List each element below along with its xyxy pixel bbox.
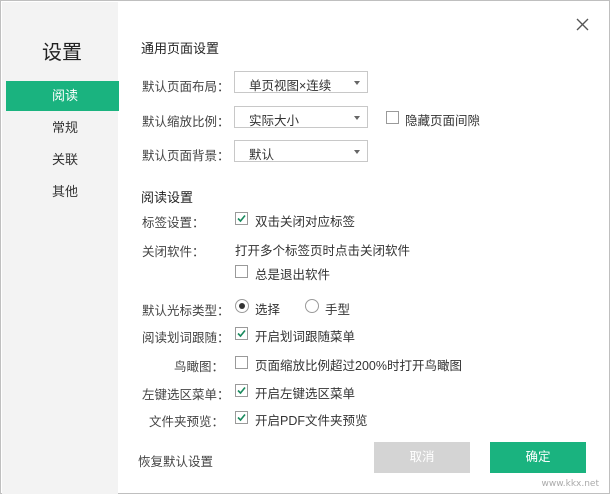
zoom-value: 实际大小 <box>249 114 300 128</box>
sidebar-item-other[interactable]: 其他 <box>6 177 119 207</box>
check-icon <box>237 214 246 223</box>
background-value: 默认 <box>249 148 275 162</box>
chevron-down-icon <box>354 81 360 85</box>
birdseye-label: 鸟瞰图： <box>173 360 224 374</box>
sidebar: 设置 阅读 常规 关联 其他 <box>2 2 119 494</box>
zoom-label: 默认缩放比例： <box>142 115 230 129</box>
left-click-menu-checkbox[interactable] <box>235 384 248 397</box>
chevron-down-icon <box>354 116 360 120</box>
hide-gap-checkbox[interactable] <box>386 111 399 124</box>
left-click-menu-label: 左键选区菜单： <box>142 388 230 402</box>
hide-gap-label: 隐藏页面间隙 <box>405 114 481 128</box>
folder-preview-label: 文件夹预览： <box>148 415 224 429</box>
chevron-down-icon <box>354 150 360 154</box>
dialog-title: 设置 <box>42 42 82 64</box>
cursor-select-label: 选择 <box>255 303 281 317</box>
cursor-hand-label: 手型 <box>325 303 351 317</box>
close-software-desc: 打开多个标签页时点击关闭软件 <box>235 244 411 258</box>
sidebar-item-general[interactable]: 常规 <box>6 113 119 143</box>
check-icon <box>237 413 246 422</box>
background-label: 默认页面背景： <box>142 149 230 163</box>
folder-preview-option: 开启PDF文件夹预览 <box>255 414 368 428</box>
tab-settings-label: 标签设置： <box>142 216 205 230</box>
folder-preview-checkbox[interactable] <box>235 411 248 424</box>
check-icon <box>237 329 246 338</box>
layout-value: 单页视图×连续 <box>249 79 332 93</box>
close-icon <box>576 18 589 31</box>
always-exit-checkbox[interactable] <box>235 265 248 278</box>
selection-follow-option: 开启划词跟随菜单 <box>255 330 356 344</box>
restore-defaults-link[interactable]: 恢复默认设置 <box>138 451 213 470</box>
selection-follow-checkbox[interactable] <box>235 327 248 340</box>
left-click-menu-option: 开启左键选区菜单 <box>255 387 356 401</box>
radio-dot <box>239 303 245 309</box>
settings-dialog: 设置 阅读 常规 关联 其他 通用页面设置 默认页面布局： 单页视图×连续 默认… <box>0 0 610 494</box>
background-select[interactable]: 默认 <box>234 140 368 162</box>
zoom-select[interactable]: 实际大小 <box>234 106 368 128</box>
layout-select[interactable]: 单页视图×连续 <box>234 71 368 93</box>
cursor-type-label: 默认光标类型： <box>142 304 230 318</box>
general-page-heading: 通用页面设置 <box>141 41 220 56</box>
watermark: www.kkx.net <box>541 479 600 489</box>
close-software-label: 关闭软件： <box>142 245 205 259</box>
cancel-button[interactable]: 取消 <box>374 442 470 473</box>
cursor-hand-radio[interactable] <box>305 299 319 313</box>
always-exit-option: 总是退出软件 <box>255 268 331 282</box>
tab-close-option: 双击关闭对应标签 <box>255 215 356 229</box>
ok-button[interactable]: 确定 <box>490 442 586 473</box>
sidebar-item-reading[interactable]: 阅读 <box>6 81 119 111</box>
birdseye-option: 页面缩放比例超过200%时打开鸟瞰图 <box>255 359 462 373</box>
tab-close-checkbox[interactable] <box>235 212 248 225</box>
sidebar-item-association[interactable]: 关联 <box>6 145 119 175</box>
close-button[interactable] <box>573 15 593 35</box>
check-icon <box>237 386 246 395</box>
selection-follow-label: 阅读划词跟随： <box>142 331 230 345</box>
birdseye-checkbox[interactable] <box>235 356 248 369</box>
layout-label: 默认页面布局： <box>142 80 230 94</box>
reading-heading: 阅读设置 <box>141 190 194 205</box>
cursor-select-radio[interactable] <box>235 299 249 313</box>
